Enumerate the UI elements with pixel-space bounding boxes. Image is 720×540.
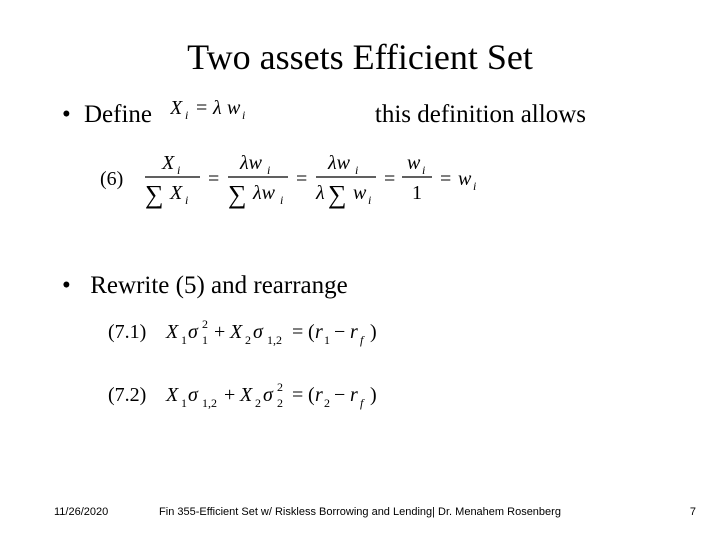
svg-text:2: 2 [277, 396, 283, 410]
equation-7-2: (7.2) X 1 σ 1,2 + X 2 σ 2 2 = ( r 2 − r … [108, 377, 666, 416]
svg-text:1: 1 [181, 396, 187, 410]
svg-text:=: = [292, 321, 303, 343]
svg-text:X: X [170, 97, 183, 119]
svg-text:∑: ∑ [228, 180, 247, 209]
svg-text:λ: λ [315, 182, 325, 204]
svg-text:w: w [353, 182, 367, 204]
define-equation: X i = λ w i [170, 96, 265, 129]
equation-6: (6) X i ∑ X i = λw i ∑ λw i = λw i [100, 147, 666, 218]
svg-text:2: 2 [255, 396, 261, 410]
svg-text:1: 1 [181, 333, 187, 347]
svg-text:): ) [370, 384, 377, 406]
svg-text:r: r [350, 384, 358, 406]
svg-text:i: i [185, 193, 188, 207]
svg-text:λw: λw [252, 182, 276, 204]
svg-text:i: i [355, 163, 358, 177]
svg-text:w: w [227, 97, 241, 119]
svg-text:=: = [384, 168, 395, 190]
svg-text:1: 1 [324, 333, 330, 347]
svg-text:1: 1 [202, 333, 208, 347]
bullet-dot: • [62, 101, 84, 129]
svg-text:i: i [473, 179, 476, 193]
svg-text:2: 2 [245, 333, 251, 347]
rewrite-text: Rewrite (5) and rearrange [90, 272, 348, 299]
svg-text:X: X [169, 182, 183, 204]
eq-72-label: (7.2) [108, 384, 146, 406]
svg-text:(: ( [308, 384, 315, 406]
bullet-rewrite: • Rewrite (5) and rearrange [54, 272, 666, 300]
svg-text:w: w [458, 168, 472, 190]
svg-text:i: i [185, 108, 188, 122]
svg-text:=: = [440, 168, 451, 190]
svg-text:i: i [422, 163, 425, 177]
svg-text:X: X [165, 384, 179, 406]
svg-text:=: = [196, 97, 207, 119]
svg-text:σ: σ [263, 384, 274, 406]
svg-text:=: = [296, 168, 307, 190]
svg-text:i: i [177, 163, 180, 177]
svg-text:+: + [214, 321, 225, 343]
svg-text:1: 1 [412, 182, 422, 204]
svg-text:i: i [267, 163, 270, 177]
footer-page-number: 7 [690, 506, 696, 518]
svg-text:f: f [360, 396, 365, 410]
eq-6-label: (6) [100, 168, 123, 190]
svg-text:λ: λ [212, 97, 222, 119]
svg-text:r: r [315, 321, 323, 343]
svg-text:(: ( [308, 321, 315, 343]
svg-text:X: X [161, 152, 175, 174]
svg-text:σ: σ [188, 384, 199, 406]
svg-text:2: 2 [324, 396, 330, 410]
svg-text:X: X [239, 384, 253, 406]
svg-text:∑: ∑ [328, 180, 347, 209]
svg-text:X: X [165, 321, 179, 343]
svg-text:=: = [292, 384, 303, 406]
allows-text: this definition allows [375, 101, 666, 129]
svg-text:−: − [334, 384, 345, 406]
svg-text:λw: λw [239, 152, 263, 174]
svg-text:1,2: 1,2 [202, 396, 217, 410]
svg-text:r: r [315, 384, 323, 406]
footer-center: Fin 355-Efficient Set w/ Riskless Borrow… [0, 506, 720, 518]
svg-text:): ) [370, 321, 377, 343]
slide: Two assets Efficient Set • Define X i = … [0, 0, 720, 540]
svg-text:2: 2 [277, 380, 283, 394]
bullet-define: • Define X i = λ w i this definition all… [54, 96, 666, 129]
svg-text:f: f [360, 333, 365, 347]
svg-text:=: = [208, 168, 219, 190]
svg-text:λw: λw [327, 152, 351, 174]
define-text: Define [84, 101, 152, 129]
svg-text:1,2: 1,2 [267, 333, 282, 347]
svg-text:i: i [368, 193, 371, 207]
svg-text:σ: σ [253, 321, 264, 343]
slide-title: Two assets Efficient Set [54, 36, 666, 78]
svg-text:2: 2 [202, 317, 208, 331]
eq-71-label: (7.1) [108, 321, 146, 343]
svg-text:w: w [407, 152, 421, 174]
svg-text:−: − [334, 321, 345, 343]
svg-text:∑: ∑ [145, 180, 164, 209]
bullet-dot: • [62, 272, 84, 300]
svg-text:i: i [242, 108, 245, 122]
equation-7-1: (7.1) X 1 σ 1 2 + X 2 σ 1,2 = ( r 1 − r … [108, 314, 666, 353]
svg-text:r: r [350, 321, 358, 343]
svg-text:X: X [229, 321, 243, 343]
svg-text:i: i [280, 193, 283, 207]
svg-text:+: + [224, 384, 235, 406]
svg-text:σ: σ [188, 321, 199, 343]
